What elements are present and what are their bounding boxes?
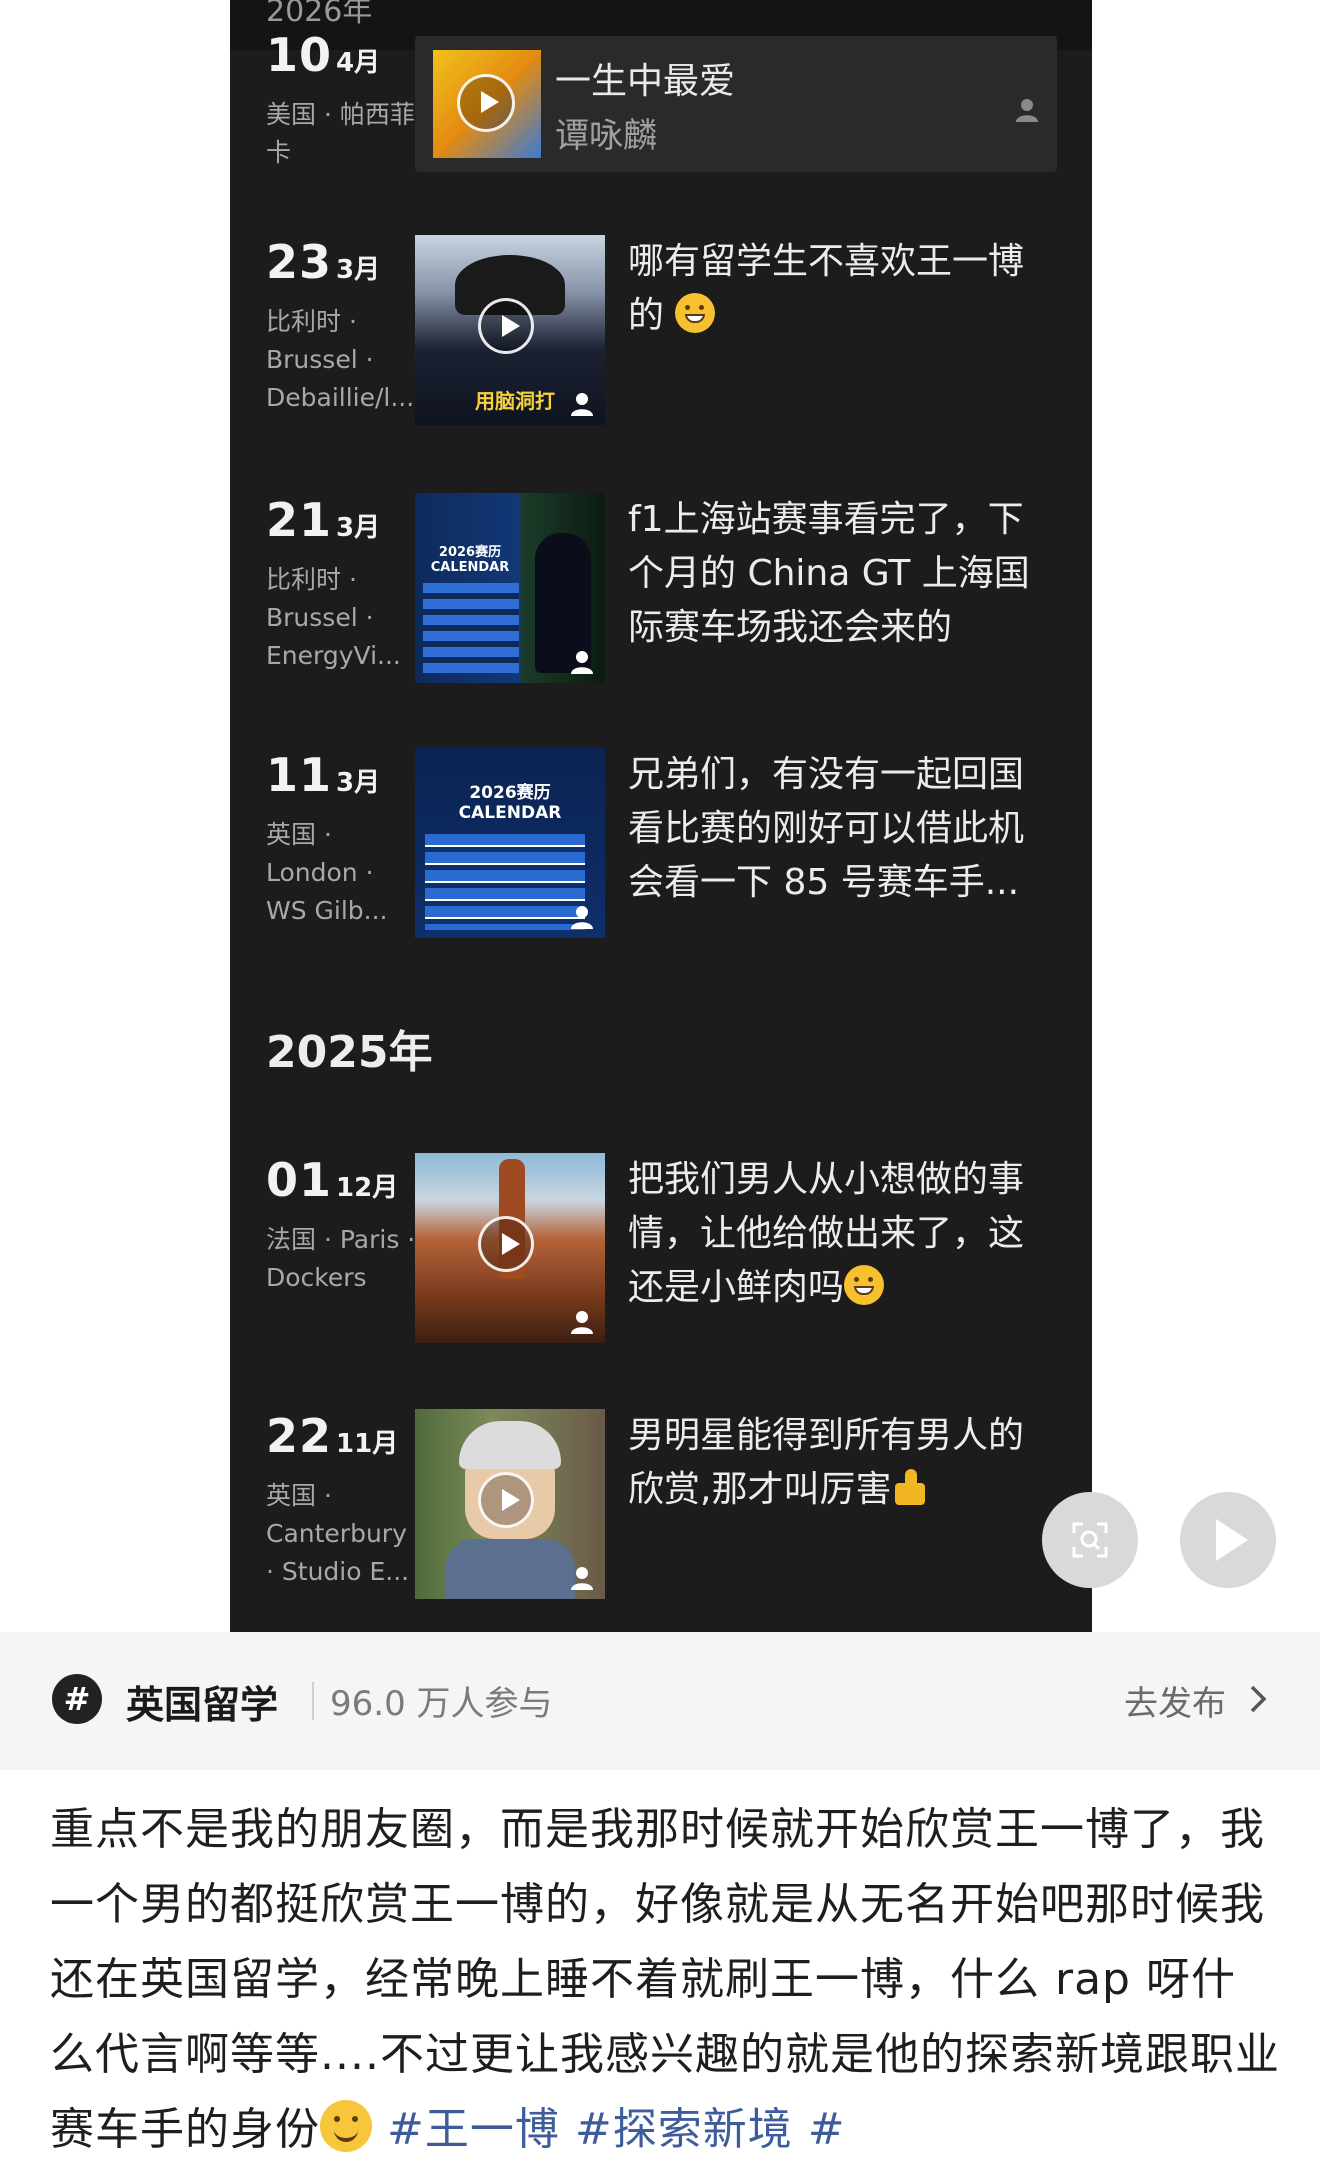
timeline-entry-music[interactable]: 10 4月 美国 · 帕西菲卡 一生中最爱 谭咏麟 [230, 28, 1092, 228]
entry-day: 23 [266, 235, 333, 289]
play-icon[interactable] [478, 298, 534, 354]
hashtag-link[interactable]: #王一博 [387, 2104, 560, 2155]
entry-day: 21 [266, 493, 333, 547]
entry-month: 12月 [336, 1173, 399, 1203]
entry-text: 把我们男人从小想做的事情，让他给做出来了，这还是小鲜肉吗 [628, 1159, 1025, 1308]
year-heading-2025: 2025年 [266, 1027, 433, 1078]
year-heading-2026: 2026年 [266, 0, 373, 29]
person-icon [571, 1311, 593, 1334]
calendar-rows [423, 583, 519, 673]
moments-screenshot: 2026年 10 4月 美国 · 帕西菲卡 一生中最爱 谭咏麟 23 3月 比利时 … [230, 0, 1092, 1632]
person-icon [571, 651, 593, 674]
entry-location: 英国 · London · WS Gilb... [266, 820, 388, 925]
entry-date: 11 3月 [266, 748, 380, 802]
person-icon [571, 1567, 593, 1590]
thumbnail-caption: 用脑洞打 [475, 389, 555, 413]
hashtag-link[interactable]: #探索新境 [575, 2104, 793, 2155]
image-thumbnail[interactable]: 2026赛历 CALENDAR [415, 748, 605, 938]
play-icon[interactable] [457, 74, 515, 132]
jacket-shape [445, 1539, 575, 1599]
thumbnail-caption: 2026赛历 CALENDAR [430, 545, 510, 575]
person-icon [571, 393, 593, 416]
person-icon [571, 906, 593, 929]
entry-text: f1上海站赛事看完了，下个月的 China GT 上海国际赛车场我还会来的 [628, 499, 1030, 648]
album-cover [433, 50, 541, 158]
topic-bar[interactable]: # 英国留学 96.0 万人参与 去发布 [0, 1632, 1320, 1770]
timeline-entry[interactable]: 21 3月 比利时 · Brussel · EnergyVi... 2026赛历 … [230, 493, 1092, 693]
topic-name[interactable]: 英国留学 [126, 1674, 278, 1729]
song-title: 一生中最爱 [555, 61, 736, 102]
video-thumbnail[interactable] [415, 1409, 605, 1599]
entry-location: 比利时 · Brussel · EnergyVi... [266, 565, 401, 670]
entry-month: 3月 [336, 513, 381, 543]
calendar-rows [425, 834, 585, 930]
entry-date: 23 3月 [266, 235, 380, 289]
person-icon [1016, 99, 1038, 122]
entry-day: 01 [266, 1153, 333, 1207]
hug-emoji-icon [320, 2100, 372, 2152]
entry-text: 兄弟们，有没有一起回国看比赛的刚好可以借此机会看一下 85 号赛车手... [628, 754, 1025, 903]
entry-month: 4月 [336, 48, 381, 78]
timeline-entry[interactable]: 22 11月 英国 · Canterbury · Studio E... 男明星能… [230, 1409, 1092, 1609]
publish-link[interactable]: 去发布 [1124, 1676, 1226, 1725]
entry-day: 22 [266, 1409, 333, 1463]
thumbnail-caption: 2026赛历 CALENDAR [458, 783, 562, 823]
entry-text: 哪有留学生不喜欢王一博的 [628, 241, 1025, 336]
entry-month: 3月 [336, 255, 381, 285]
chevron-right-icon[interactable] [1248, 1684, 1268, 1714]
grin-emoji-icon [675, 293, 716, 333]
video-thumbnail[interactable]: 用脑洞打 [415, 235, 605, 425]
entry-text: 男明星能得到所有男人的欣赏,那才叫厉害 [628, 1415, 1025, 1510]
entry-date: 21 3月 [266, 493, 380, 547]
hash-icon: # [52, 1674, 102, 1724]
divider [312, 1682, 314, 1720]
image-search-button[interactable] [1042, 1492, 1138, 1588]
image-thumbnail[interactable]: 2026赛历 CALENDAR [415, 493, 605, 683]
hashtag-link[interactable]: # [808, 2104, 846, 2155]
music-card[interactable]: 一生中最爱 谭咏麟 [415, 36, 1057, 172]
entry-location: 美国 · 帕西菲卡 [266, 100, 415, 167]
play-icon[interactable] [478, 1216, 534, 1272]
play-icon[interactable] [478, 1472, 534, 1528]
entry-location: 比利时 · Brussel · Debaillie/l... [266, 307, 415, 412]
laugh-emoji-icon [844, 1265, 885, 1305]
entry-month: 11月 [336, 1429, 399, 1459]
entry-date: 22 11月 [266, 1409, 398, 1463]
video-thumbnail[interactable] [415, 1153, 605, 1343]
song-artist: 谭咏麟 [555, 116, 657, 156]
entry-location: 法国 · Paris · Dockers [266, 1225, 416, 1292]
entry-day: 11 [266, 748, 333, 802]
thumbs-up-emoji-icon [891, 1467, 931, 1507]
timeline-entry[interactable]: 01 12月 法国 · Paris · Dockers 把我们男人从小想做的事情，… [230, 1153, 1092, 1353]
post-body: 重点不是我的朋友圈，而是我那时候就开始欣赏王一博了，我一个男的都挺欣赏王一博的，… [50, 1792, 1280, 2167]
entry-date: 10 4月 [266, 28, 380, 82]
post-text: 重点不是我的朋友圈，而是我那时候就开始欣赏王一博了，我一个男的都挺欣赏王一博的，… [50, 1804, 1280, 2155]
play-button[interactable] [1180, 1492, 1276, 1588]
topic-participants: 96.0 万人参与 [330, 1684, 553, 1724]
entry-date: 01 12月 [266, 1153, 398, 1207]
timeline-entry[interactable]: 23 3月 比利时 · Brussel · Debaillie/l... 用脑洞打… [230, 235, 1092, 435]
scan-icon [1072, 1522, 1108, 1558]
entry-location: 英国 · Canterbury · Studio E... [266, 1481, 410, 1586]
entry-day: 10 [266, 28, 333, 82]
entry-month: 3月 [336, 768, 381, 798]
timeline-entry[interactable]: 11 3月 英国 · London · WS Gilb... 2026赛历 CAL… [230, 748, 1092, 948]
